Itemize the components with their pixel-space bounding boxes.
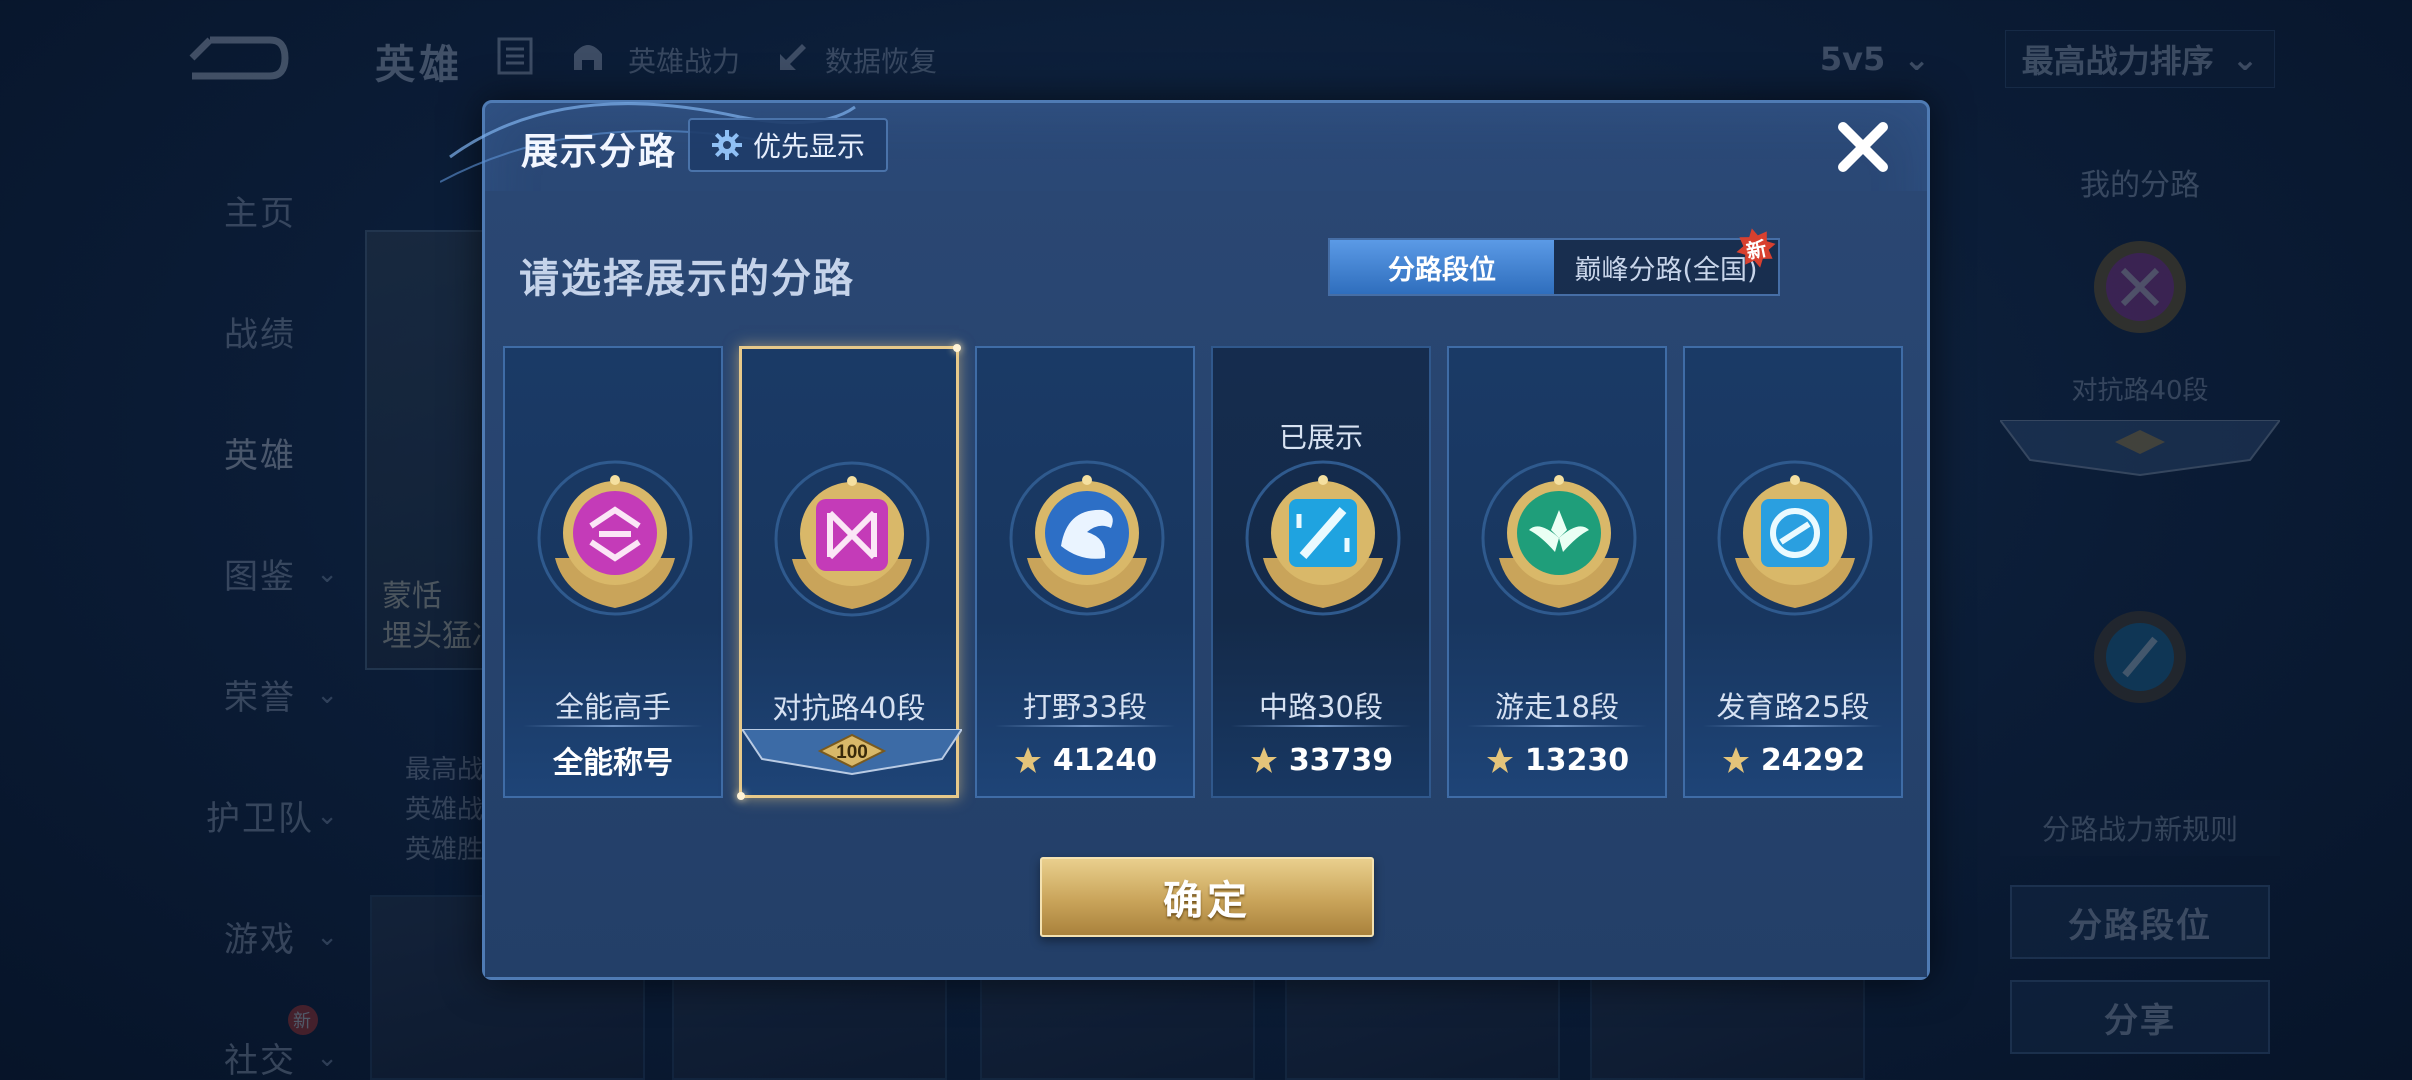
lane-name: 中路30段 (1259, 690, 1383, 724)
lane-power-value: 13230 (1524, 742, 1630, 778)
lane-power-value: 24292 (1760, 742, 1866, 778)
lane-title-badge: 全能称号 (505, 738, 721, 782)
jungle-emblem-icon (1009, 460, 1165, 616)
lane-card-jungle[interactable]: 打野33段 41240 (975, 346, 1195, 798)
lane-power: 24292 (1685, 738, 1901, 782)
selection-corner-dot (953, 344, 961, 352)
roam-emblem-icon (1481, 460, 1637, 616)
mid-lane-emblem-icon (1245, 460, 1401, 616)
close-button[interactable] (1831, 115, 1895, 179)
tab-label: 巅峰分路(全国) (1574, 254, 1758, 286)
lane-name: 对抗路40段 (772, 691, 926, 725)
lane-card-clash[interactable]: 对抗路40段 100 (737, 344, 962, 800)
shown-tag: 已展示 (1278, 421, 1363, 454)
divider (1703, 725, 1883, 727)
lane-power: 41240 (977, 738, 1193, 782)
priority-display-label: 优先显示 (752, 130, 865, 163)
divider (1231, 725, 1411, 727)
priority-display-button[interactable]: 优先显示 (688, 118, 888, 172)
lane-display-dialog: 展示分路 优先显示 请选择展示的分路 分路段位 巅峰分路(全国) 新 全能高手 … (440, 100, 1930, 980)
confirm-button[interactable]: 确定 (1040, 857, 1374, 937)
tab-lane-rank[interactable]: 分路段位 (1330, 240, 1554, 294)
lane-power-value: 33739 (1288, 742, 1394, 778)
divider (523, 725, 703, 727)
farm-lane-emblem-icon (1717, 460, 1873, 616)
dialog-body: 请选择展示的分路 分路段位 巅峰分路(全国) 新 全能高手 全能称号 对抗路40… (485, 191, 1927, 977)
lane-bottom-label: 全能称号 (553, 746, 673, 781)
dialog-subtitle: 请选择展示的分路 (519, 256, 855, 302)
lane-card-allround[interactable]: 全能高手 全能称号 (503, 346, 723, 798)
lane-power: 13230 (1449, 738, 1665, 782)
power-icon (1250, 747, 1277, 773)
lane-card-mid[interactable]: 已展示 中路30段 33739 (1211, 346, 1431, 798)
tab-label: 分路段位 (1388, 254, 1496, 286)
lane-name: 游走18段 (1495, 690, 1619, 724)
lane-name: 打野33段 (1023, 690, 1147, 724)
power-icon (1014, 747, 1041, 773)
dialog-title: 展示分路 (521, 130, 677, 173)
lane-power: 33739 (1213, 738, 1429, 782)
lane-list: 全能高手 全能称号 对抗路40段 100 打野33段 41240 已展示 中路3… (503, 344, 1911, 800)
lane-name: 全能高手 (554, 690, 671, 724)
lane-card-roam[interactable]: 游走18段 13230 (1447, 346, 1667, 798)
tab-peak-lane[interactable]: 巅峰分路(全国) 新 (1554, 240, 1778, 294)
rank-banner-value: 100 (836, 742, 868, 763)
lane-card-farm[interactable]: 发育路25段 24292 (1683, 346, 1903, 798)
divider (995, 725, 1175, 727)
allround-emblem-icon (537, 460, 693, 616)
gear-icon (711, 130, 742, 160)
power-icon (1486, 747, 1513, 773)
clash-lane-emblem-icon (774, 461, 930, 617)
lane-power-value: 41240 (1052, 742, 1158, 778)
divider (1467, 725, 1647, 727)
lane-tabs: 分路段位 巅峰分路(全国) 新 (1328, 238, 1780, 296)
lane-name: 发育路25段 (1716, 690, 1870, 724)
power-icon (1722, 747, 1749, 773)
close-icon (1838, 122, 1888, 172)
rank-banner: 100 (742, 729, 962, 776)
